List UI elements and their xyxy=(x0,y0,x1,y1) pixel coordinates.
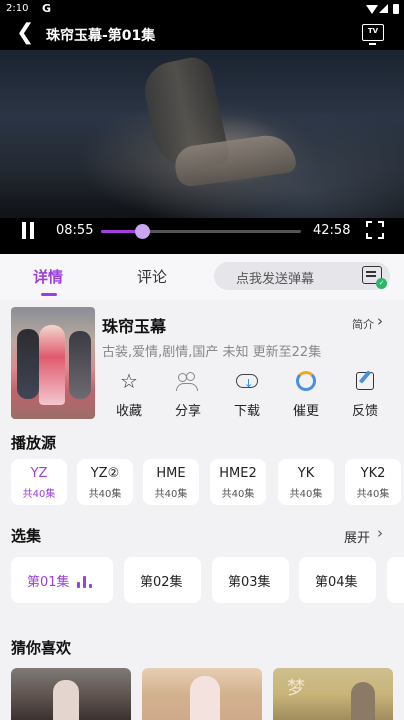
status-time: 2:10 xyxy=(6,3,29,14)
action-bar: ☆ 收藏 分享 ↓ 下载 催更 反馈 xyxy=(102,370,392,420)
share-icon xyxy=(176,370,200,392)
back-arrow-icon[interactable]: ❮ xyxy=(16,22,34,44)
video-player[interactable]: ❮ 珠帘玉幕-第01集 TV 08:55 42:58 xyxy=(0,18,404,254)
feedback-button[interactable]: 反馈 xyxy=(342,370,388,419)
signal-icon xyxy=(379,4,388,13)
source-episodes: 共40集 xyxy=(221,489,255,500)
danmu-placeholder: 点我发送弹幕 xyxy=(236,272,315,287)
source-name: YZ② xyxy=(90,466,120,481)
chevron-right-icon[interactable]: › xyxy=(377,312,383,330)
episode-item[interactable]: 第01集 xyxy=(11,557,113,603)
fullscreen-icon[interactable] xyxy=(366,221,384,239)
episode-item[interactable]: 第03集 xyxy=(212,557,289,603)
player-top-bar: ❮ 珠帘玉幕-第01集 TV xyxy=(0,18,404,48)
recommend-card-text: 梦 xyxy=(287,678,305,699)
duration-time: 42:58 xyxy=(313,223,351,238)
source-episodes: 共40集 xyxy=(356,489,390,500)
progress-slider[interactable] xyxy=(101,224,301,239)
status-bar: 2:10 G xyxy=(0,0,404,18)
share-label: 分享 xyxy=(174,404,201,419)
source-episodes: 共40集 xyxy=(88,489,122,500)
source-item[interactable]: HME 共40集 xyxy=(143,459,199,505)
download-label: 下载 xyxy=(233,404,260,419)
intro-link[interactable]: 简介 xyxy=(352,316,374,332)
pause-icon[interactable] xyxy=(20,222,36,239)
wifi-icon xyxy=(366,5,378,14)
urge-update-button[interactable]: 催更 xyxy=(283,370,329,419)
tab-active-indicator xyxy=(41,293,57,296)
show-meta: 古装,爱情,剧情,国产 未知 更新至22集 xyxy=(102,345,322,360)
recommend-title: 猜你喜欢 xyxy=(11,639,72,657)
detail-tabs: 详情 评论 点我发送弹幕 xyxy=(0,254,404,300)
episode-title: 珠帘玉幕-第01集 xyxy=(46,28,156,44)
recommend-card[interactable] xyxy=(11,668,131,720)
episode-item[interactable]: 第02集 xyxy=(124,557,201,603)
feedback-label: 反馈 xyxy=(351,404,378,419)
favorite-label: 收藏 xyxy=(115,404,142,419)
episode-item-partial[interactable] xyxy=(387,557,404,603)
source-name: HME xyxy=(156,466,186,481)
show-title: 珠帘玉幕 xyxy=(102,317,167,336)
download-button[interactable]: ↓ 下载 xyxy=(224,370,270,419)
player-controls: 08:55 42:58 xyxy=(0,218,404,254)
cast-tv-icon[interactable]: TV xyxy=(362,24,384,45)
danmu-input[interactable]: 点我发送弹幕 xyxy=(214,262,390,290)
episode-item[interactable]: 第04集 xyxy=(299,557,376,603)
recommend-card[interactable]: 梦 xyxy=(273,668,393,720)
show-poster xyxy=(11,307,95,419)
playing-bars-icon xyxy=(77,576,97,588)
source-item[interactable]: YZ 共40集 xyxy=(11,459,67,505)
app-notification-icon: G xyxy=(42,2,52,15)
tab-details[interactable]: 详情 xyxy=(33,266,63,287)
episodes-title: 选集 xyxy=(11,527,42,545)
episode-list: 第01集 第02集 第03集 第04集 xyxy=(11,557,404,603)
source-item[interactable]: YK 共40集 xyxy=(278,459,334,505)
source-item[interactable]: YZ② 共40集 xyxy=(77,459,133,505)
source-name: YZ xyxy=(30,466,48,481)
current-time: 08:55 xyxy=(56,223,94,238)
recommend-card[interactable] xyxy=(142,668,262,720)
expand-button[interactable]: 展开 xyxy=(344,527,370,546)
episode-label: 第02集 xyxy=(140,575,183,590)
source-item[interactable]: HME2 共40集 xyxy=(210,459,266,505)
star-icon: ☆ xyxy=(120,369,138,393)
sources-title: 播放源 xyxy=(11,434,57,452)
source-name: YK2 xyxy=(360,466,386,481)
danmu-settings-icon[interactable] xyxy=(362,266,387,289)
battery-icon xyxy=(393,4,399,14)
episode-label: 第04集 xyxy=(315,575,358,590)
urge-label: 催更 xyxy=(292,404,319,419)
favorite-button[interactable]: ☆ 收藏 xyxy=(106,370,152,419)
source-episodes: 共40集 xyxy=(289,489,323,500)
episode-label: 第03集 xyxy=(228,575,271,590)
source-item[interactable]: YK2 共40集 xyxy=(345,459,401,505)
refresh-icon xyxy=(294,370,318,392)
source-name: HME2 xyxy=(219,466,257,481)
download-icon: ↓ xyxy=(235,370,259,392)
tab-comments[interactable]: 评论 xyxy=(137,266,167,287)
source-episodes: 共40集 xyxy=(154,489,188,500)
episode-label: 第01集 xyxy=(27,575,70,590)
source-list: YZ 共40集 YZ② 共40集 HME 共40集 HME2 共40集 YK 共… xyxy=(11,459,404,507)
share-button[interactable]: 分享 xyxy=(165,370,211,419)
source-name: YK xyxy=(297,466,315,481)
recommend-list: 梦 xyxy=(11,668,404,720)
video-frame[interactable] xyxy=(0,50,404,218)
chevron-right-icon[interactable]: › xyxy=(377,524,383,542)
feedback-icon xyxy=(353,370,377,392)
progress-knob[interactable] xyxy=(135,224,151,239)
source-episodes: 共40集 xyxy=(22,489,56,500)
